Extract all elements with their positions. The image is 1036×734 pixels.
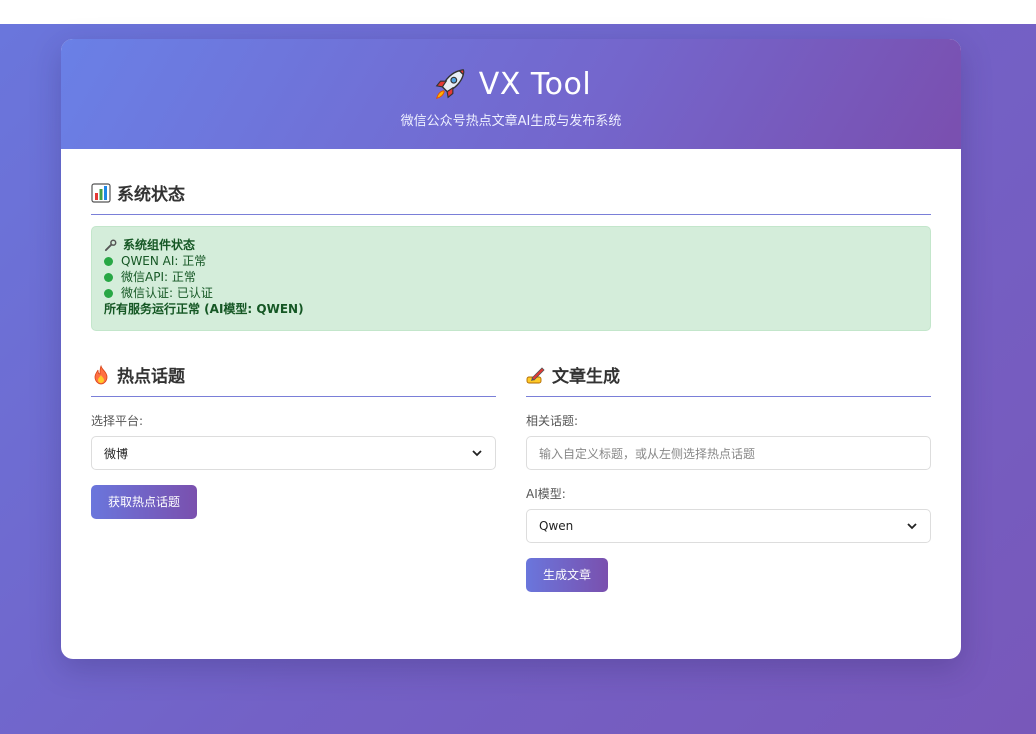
app-title: VX Tool	[478, 66, 592, 102]
article-panel: 文章生成 相关话题: 输入自定义标题，或从左侧选择热点话题 AI模型: Qwen…	[526, 362, 931, 592]
writing-hand-icon	[526, 365, 546, 385]
rocket-icon	[431, 65, 469, 103]
fire-icon	[91, 364, 111, 385]
topic-label: 相关话题:	[526, 414, 579, 428]
article-label: 文章生成	[552, 367, 620, 387]
status-ok-dot	[104, 256, 113, 266]
status-item: QWEN AI: 正常	[104, 253, 918, 269]
status-ok-dot	[104, 288, 113, 298]
status-item-text: 微信API: 正常	[121, 270, 196, 284]
chevron-down-icon	[906, 520, 918, 532]
app-subtitle: 微信公众号热点文章AI生成与发布系统	[400, 114, 622, 129]
model-select[interactable]: Qwen	[526, 509, 931, 543]
model-label: AI模型:	[526, 487, 566, 501]
generate-article-button[interactable]: 生成文章	[526, 558, 609, 592]
fetch-hot-topics-button[interactable]: 获取热点话题	[91, 485, 198, 519]
hot-topics-title: 热点话题	[91, 362, 496, 397]
status-section-label: 系统状态	[117, 185, 185, 205]
title-row: VX Tool	[61, 65, 961, 103]
platform-select-value: 微博	[104, 446, 129, 461]
status-item: 微信认证: 已认证	[104, 285, 918, 301]
chevron-down-icon	[471, 447, 483, 459]
status-box-heading-text: 系统组件状态	[123, 238, 196, 252]
status-section: 系统状态	[91, 180, 931, 215]
platform-select[interactable]: 微博	[91, 436, 496, 470]
app-header: VX Tool 微信公众号热点文章AI生成与发布系统	[61, 39, 961, 149]
article-title: 文章生成	[526, 362, 931, 397]
model-select-value: Qwen	[539, 519, 574, 533]
wrench-icon	[104, 239, 117, 252]
status-box-heading: 系统组件状态	[104, 237, 918, 253]
status-ok-dot	[104, 272, 113, 282]
status-item: 微信API: 正常	[104, 269, 918, 285]
platform-label: 选择平台:	[91, 414, 144, 428]
hot-topics-panel: 热点话题 选择平台: 微博 获取热点话题	[91, 362, 496, 519]
bar-chart-icon	[91, 182, 111, 203]
status-item-text: QWEN AI: 正常	[121, 254, 207, 268]
status-summary: 所有服务运行正常 (AI模型: QWEN)	[104, 302, 304, 316]
status-box: 系统组件状态 QWEN AI: 正常 微信API: 正常 微信认证: 已认证 所…	[91, 226, 931, 331]
topic-input[interactable]: 输入自定义标题，或从左侧选择热点话题	[526, 436, 931, 470]
hot-topics-label: 热点话题	[117, 367, 185, 387]
status-item-text: 微信认证: 已认证	[121, 286, 213, 300]
main-card: VX Tool 微信公众号热点文章AI生成与发布系统 系统状态 系统组件状态 Q…	[61, 39, 961, 659]
status-section-title: 系统状态	[91, 180, 931, 215]
top-strip	[0, 0, 1036, 24]
